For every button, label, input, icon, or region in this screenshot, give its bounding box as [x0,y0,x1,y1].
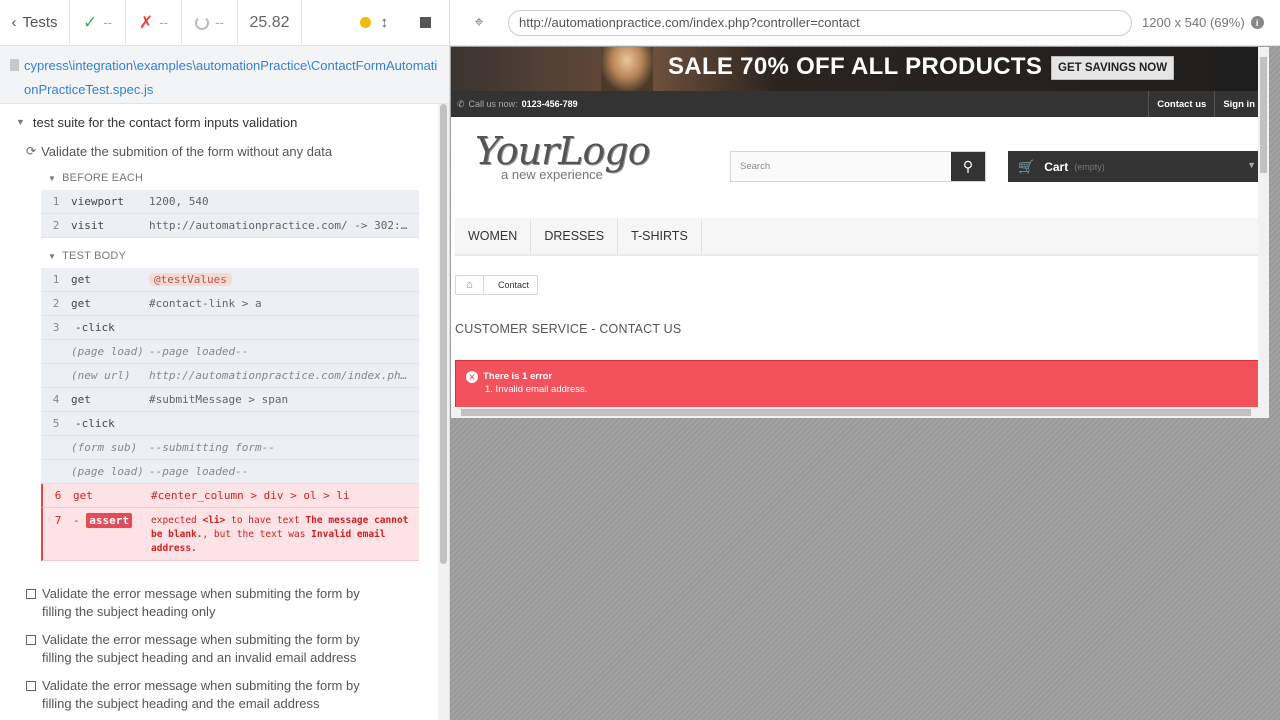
command-row[interactable]: (form sub) --submitting form-- [41,436,419,460]
command-row[interactable]: (page load) --page loaded-- [41,340,419,364]
stop-icon[interactable] [420,17,431,28]
runnable-list: ▼ test suite for the contact form inputs… [0,104,449,713]
cross-icon: ✗ [139,12,154,32]
failed-count: ✗ -- [126,0,182,46]
aut-vertical-scrollbar[interactable] [1258,47,1269,407]
command-row[interactable]: (new url) http://automationpractice.com/… [41,364,419,388]
passed-count: ✓ -- [70,0,126,46]
banner-model-image [601,47,653,91]
aut-iframe: SALE 70% OFF ALL PRODUCTS GET SAVINGS NO… [451,47,1269,418]
cart-button[interactable]: 🛒 Cart (empty) ▼ [1008,151,1264,182]
banner-sale-text: SALE 70% OFF ALL PRODUCTS [668,53,1043,80]
header-links: Contact us Sign in [1148,91,1263,117]
running-indicator-icon [359,17,371,28]
search-box: Search ⚲ [730,151,986,182]
site-header: YourLogo a new experience Search ⚲ 🛒 Car… [451,117,1269,217]
info-icon[interactable]: i [1250,16,1264,29]
chevron-down-icon: ▼ [1247,160,1256,170]
caret-down-icon: ▼ [48,173,57,183]
pending-test[interactable]: Validate the error message when submitin… [0,631,449,667]
error-alert: ✕ There is 1 error 1. Invalid email addr… [455,360,1264,410]
aut-url-bar[interactable]: http://automationpractice.com/index.php?… [508,9,1132,36]
home-icon[interactable]: ⌂ [456,276,484,294]
assert-message: expected <li> to have text The message c… [151,515,409,554]
checkbox-icon [26,589,36,599]
caret-down-icon: ▼ [48,251,57,261]
error-icon: ✕ [466,371,478,383]
alias-badge: @testValues [149,273,232,286]
tests-label: Tests [22,14,58,31]
command-row[interactable]: 2 visit http://automationpractice.com/ -… [41,214,419,238]
checkbox-icon [26,635,36,645]
top-nav-bar: ✆ Call us now: 0123-456-789 Contact us S… [451,91,1269,117]
viewport-size: 1200 x 540 (69%) [1142,15,1245,30]
search-input[interactable]: Search [731,152,951,181]
command-row-failed[interactable]: 6 get #center_column > div > ol > li [41,484,419,508]
checkbox-icon [26,681,36,691]
scrollbar-thumb[interactable] [1260,57,1267,173]
main-menu: Women Dresses T-shirts [455,218,1264,256]
chevron-left-icon: ‹ [11,14,17,31]
command-row[interactable]: 1 viewport 1200, 540 [41,190,419,214]
assert-badge: assert [86,513,132,528]
phone-icon: ✆ [457,98,465,109]
command-row[interactable]: 2 get #contact-link > a [41,292,419,316]
suite-title[interactable]: ▼ test suite for the contact form inputs… [0,108,449,136]
active-test-title[interactable]: ⟳ Validate the submition of the form wit… [0,136,449,166]
command-row[interactable]: (page load) --page loaded-- [41,460,419,484]
refresh-icon: ⟳ [26,144,37,158]
search-icon[interactable]: ⚲ [951,152,985,181]
before-each-hook[interactable]: ▼ BEFORE EACH [0,166,449,190]
pending-test[interactable]: Validate the error message when submitin… [0,677,449,713]
spec-file-path[interactable]: cypress\integration\examples\automationP… [10,54,439,102]
menu-item-tshirts[interactable]: T-shirts [618,218,702,254]
contact-us-link[interactable]: Contact us [1148,91,1214,117]
test-body-commands: 1 get @testValues 2 get #contact-link > … [41,268,419,561]
pending-count: -- [182,0,238,46]
aut-horizontal-scrollbar[interactable] [451,407,1269,418]
scrollbar-thumb[interactable] [461,409,1251,416]
run-controls: ↕ [302,0,449,46]
caret-down-icon: ▼ [16,117,25,127]
reporter-header: ‹ Tests ✓ -- ✗ -- -- 25.82 ↕ [0,0,449,46]
get-savings-button[interactable]: GET SAVINGS NOW [1051,56,1175,80]
reporter-panel: ‹ Tests ✓ -- ✗ -- -- 25.82 ↕ cypress\int… [0,0,450,720]
site-logo[interactable]: YourLogo a new experience [473,129,673,189]
selector-playground-icon[interactable]: ⌖ [464,14,494,32]
call-us: ✆ Call us now: 0123-456-789 [457,98,578,110]
scrollbar-thumb[interactable] [440,104,447,564]
command-row[interactable]: 4 get #submitMessage > span [41,388,419,412]
promo-banner[interactable]: SALE 70% OFF ALL PRODUCTS GET SAVINGS NO… [451,47,1269,91]
check-icon: ✓ [83,12,98,32]
pending-ring-icon [195,15,210,30]
pending-test[interactable]: Validate the error message when submitin… [0,585,449,621]
auto-scroll-toggle-icon[interactable]: ↕ [381,14,389,31]
file-icon [10,59,19,71]
menu-item-women[interactable]: Women [455,218,532,254]
run-duration: 25.82 [238,0,302,46]
command-row[interactable]: 1 get @testValues [41,268,419,292]
sign-in-link[interactable]: Sign in [1214,91,1263,117]
tests-back-button[interactable]: ‹ Tests [0,0,70,46]
menu-item-dresses[interactable]: Dresses [531,218,619,254]
aut-header: ⌖ http://automationpractice.com/index.ph… [450,0,1280,46]
assert-command-row[interactable]: 7 - assert expected <li> to have text Th… [41,508,419,561]
reporter-scrollbar[interactable] [438,104,449,720]
before-each-commands: 1 viewport 1200, 540 2 visit http://auto… [41,190,419,238]
breadcrumb: ⌂ Contact [455,275,539,295]
spec-file-bar: cypress\integration\examples\automationP… [0,46,449,104]
command-row[interactable]: 5 -click [41,412,419,436]
command-row[interactable]: 3 -click [41,316,419,340]
test-body-hook[interactable]: ▼ TEST BODY [0,244,449,268]
cart-icon: 🛒 [1018,158,1035,174]
page-title: Customer service - Contact us [455,322,682,336]
